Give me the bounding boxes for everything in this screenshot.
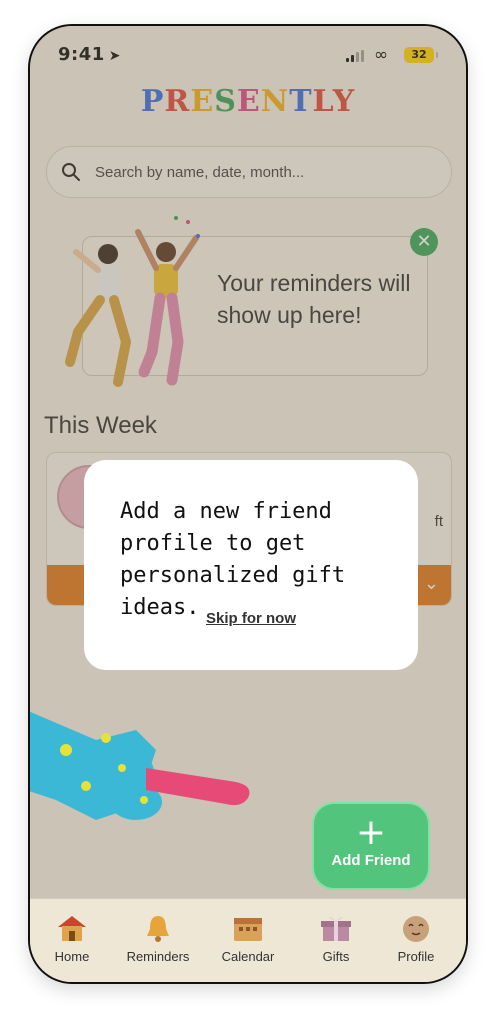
modal-message: Add a new friend profile to get personal… xyxy=(120,499,346,620)
add-friend-button[interactable]: + Add Friend xyxy=(312,802,430,890)
phone-frame: 9:41➤ ∞ 32 PRESENTLY Your reminders will… xyxy=(28,24,468,984)
nav-label-home: Home xyxy=(54,949,90,964)
nav-item-reminders[interactable]: Reminders xyxy=(116,913,200,964)
nav-label-calendar: Calendar xyxy=(221,949,275,964)
add-friend-label: Add Friend xyxy=(331,852,411,869)
nav-item-home[interactable]: Home xyxy=(30,913,114,964)
nav-label-reminders: Reminders xyxy=(126,949,190,964)
nav-item-profile[interactable]: Profile xyxy=(374,913,458,964)
nav-label-profile: Profile xyxy=(397,949,435,964)
bottom-nav: Home Reminders Calendar Gifts Profile xyxy=(30,898,466,982)
nav-label-gifts: Gifts xyxy=(322,949,350,964)
calendar-icon xyxy=(234,918,262,941)
onboarding-tooltip-modal: Add a new friend profile to get personal… xyxy=(84,460,418,670)
face-icon xyxy=(403,916,429,942)
pointing-hand-illustration xyxy=(30,711,250,820)
house-icon xyxy=(58,916,86,941)
skip-for-now-link[interactable]: Skip for now xyxy=(84,610,418,627)
app-screen: 9:41➤ ∞ 32 PRESENTLY Your reminders will… xyxy=(30,26,466,982)
bell-icon xyxy=(147,916,169,942)
gift-icon xyxy=(321,916,351,941)
nav-item-gifts[interactable]: Gifts xyxy=(294,913,378,964)
plus-icon: + xyxy=(355,812,387,853)
nav-item-calendar[interactable]: Calendar xyxy=(206,913,290,964)
